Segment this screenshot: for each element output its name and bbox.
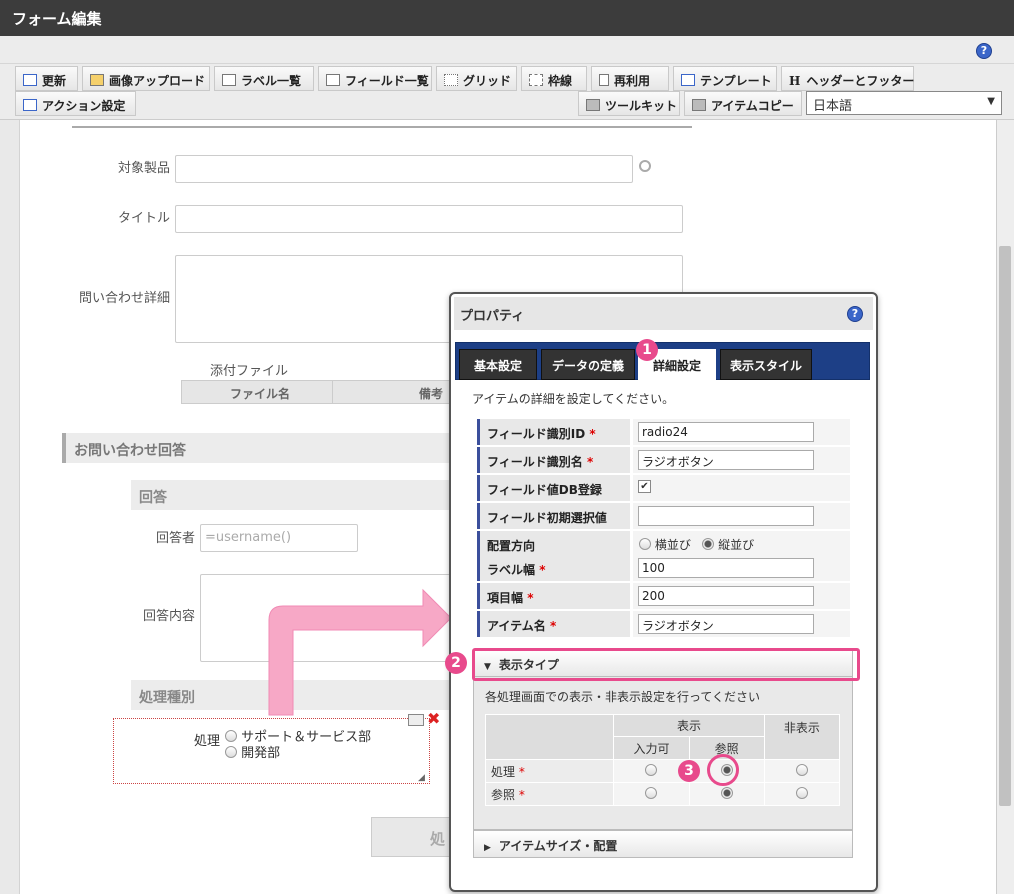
highlight-box xyxy=(472,648,860,681)
answer-subheader: 回答 xyxy=(131,480,451,510)
answer-section-header: お問い合わせ回答 xyxy=(62,433,452,463)
radio-icon[interactable] xyxy=(645,764,658,776)
answer-content-label: 回答内容 xyxy=(142,609,195,624)
border-icon xyxy=(529,74,543,86)
resize-icon[interactable]: ◢ xyxy=(418,773,425,783)
display-type-description: 各処理画面での表示・非表示設定を行ってください xyxy=(485,690,761,704)
tab-display-style[interactable]: 表示スタイル xyxy=(720,349,812,380)
list-icon xyxy=(222,74,236,86)
tab-data-definition[interactable]: データの定義 xyxy=(541,349,635,380)
radio-icon xyxy=(225,730,237,742)
radio-icon[interactable] xyxy=(795,764,808,776)
action-settings-button[interactable]: アクション設定 xyxy=(15,91,136,116)
action-icon xyxy=(23,99,37,111)
panel-description: アイテムの詳細を設定してください。 xyxy=(472,392,675,406)
field-icon xyxy=(326,74,340,86)
row-label: 参照 * xyxy=(484,782,615,806)
prop-row: 配置方向 横並び 縦並び xyxy=(477,531,850,558)
header-icon: H xyxy=(789,74,801,88)
highlight-circle xyxy=(707,754,739,786)
field-list-button[interactable]: フィールド一覧 xyxy=(318,66,432,91)
divider xyxy=(72,126,692,128)
field-name-input[interactable]: ラジオボタン xyxy=(638,450,814,470)
image-upload-button[interactable]: 画像アップロード xyxy=(82,66,210,91)
process-button[interactable]: 処 xyxy=(371,817,451,857)
radio-icon xyxy=(639,538,651,550)
window-title: フォーム編集 xyxy=(0,0,1014,36)
border-button[interactable]: 枠線 xyxy=(521,66,587,91)
callout-3: 3 xyxy=(678,760,700,782)
radio-icon[interactable] xyxy=(795,787,808,799)
radio-icon[interactable] xyxy=(645,787,658,799)
db-register-checkbox[interactable]: ✔ xyxy=(638,480,651,493)
label-width-input[interactable]: 100 xyxy=(638,558,814,578)
callout-2: 2 xyxy=(445,652,467,674)
radio-option[interactable]: 開発部 xyxy=(225,742,280,761)
help-icon[interactable]: ? xyxy=(847,306,863,322)
template-icon xyxy=(681,74,695,86)
column-header: 表示 xyxy=(613,714,765,737)
row-label: 処理 * xyxy=(484,759,615,783)
radio-icon xyxy=(225,746,237,758)
prop-row: フィールド値DB登録 ✔ xyxy=(477,475,850,502)
refresh-icon xyxy=(23,74,37,86)
prop-row: ラベル幅 * 100 xyxy=(477,555,850,582)
prop-row: フィールド初期選択値 xyxy=(477,503,850,530)
copy-icon xyxy=(599,74,609,86)
label-list-button[interactable]: ラベル一覧 xyxy=(214,66,314,91)
dialog-header: プロパティ xyxy=(454,297,873,330)
arrow-icon xyxy=(268,588,452,716)
top-band: ? xyxy=(0,36,1014,64)
toolbox-icon xyxy=(586,99,600,111)
display-table: 表示 非表示 入力可 参照 処理 * 参照 * xyxy=(484,714,841,806)
grid-button[interactable]: グリッド xyxy=(436,66,517,91)
item-copy-button[interactable]: アイテムコピー xyxy=(684,91,802,116)
radio-selected-icon xyxy=(702,538,715,550)
responder-label: 回答者 xyxy=(155,531,195,546)
help-icon[interactable]: ? xyxy=(976,43,992,59)
orientation-vertical[interactable]: 縦並び xyxy=(702,538,754,552)
callout-1: 1 xyxy=(636,339,658,361)
orientation-horizontal[interactable]: 横並び xyxy=(639,538,691,552)
inquiry-detail-label: 問い合わせ詳細 xyxy=(78,291,170,306)
title-label: タイトル xyxy=(117,211,170,226)
prop-row: フィールド識別名 * ラジオボタン xyxy=(477,447,850,474)
scrollbar-thumb[interactable] xyxy=(999,246,1011,806)
update-button[interactable]: 更新 xyxy=(15,66,78,91)
language-select[interactable]: 日本語 ▼ xyxy=(806,91,1002,115)
chevron-right-icon: ▶ xyxy=(484,843,491,853)
prop-row: 項目幅 * 200 xyxy=(477,583,850,610)
column-header: 入力可 xyxy=(613,736,690,760)
prop-row: フィールド識別ID * radio24 xyxy=(477,419,850,446)
item-name-input[interactable]: ラジオボタン xyxy=(638,614,814,634)
grid-icon xyxy=(444,74,458,86)
field-id-input[interactable]: radio24 xyxy=(638,422,814,442)
template-button[interactable]: テンプレート xyxy=(673,66,777,91)
left-gutter xyxy=(0,120,20,894)
toolkit-button[interactable]: ツールキット xyxy=(578,91,680,116)
radio-label: 処理 xyxy=(194,734,221,749)
target-product-label: 対象製品 xyxy=(117,161,170,176)
tab-basic[interactable]: 基本設定 xyxy=(459,349,537,380)
column-header: 非表示 xyxy=(763,714,841,760)
item-size-toggle[interactable]: ▶ アイテムサイズ・配置 xyxy=(473,830,853,858)
responder-input[interactable]: =username() xyxy=(200,524,358,552)
title-input[interactable] xyxy=(175,205,683,233)
toolbox-icon xyxy=(692,99,706,111)
image-icon xyxy=(90,74,104,86)
attach-table-header: ファイル名 備考 xyxy=(181,380,451,404)
chevron-down-icon: ▼ xyxy=(987,96,995,107)
radio-selected-icon[interactable] xyxy=(720,787,733,799)
target-product-input[interactable] xyxy=(175,155,633,183)
header-footer-button[interactable]: H ヘッダーとフッター xyxy=(781,66,914,91)
search-icon[interactable] xyxy=(639,160,651,172)
reuse-button[interactable]: 再利用 xyxy=(591,66,669,91)
item-width-input[interactable]: 200 xyxy=(638,586,814,606)
attach-label: 添付ファイル xyxy=(210,364,289,379)
prop-row: アイテム名 * ラジオボタン xyxy=(477,611,850,638)
initial-value-input[interactable] xyxy=(638,506,814,526)
radio-item-box[interactable]: 処理 サポート＆サービス部 開発部 ◢ xyxy=(113,718,430,784)
